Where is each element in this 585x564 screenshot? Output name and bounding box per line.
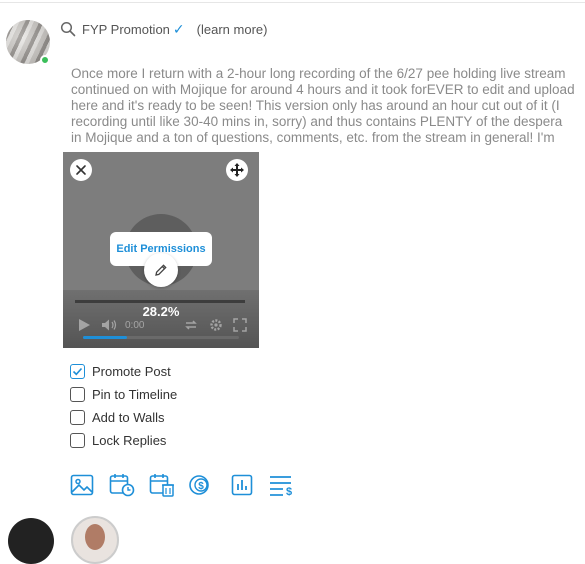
lock-replies-label: Lock Replies (92, 432, 167, 448)
fyp-promotion-row: FYP Promotion ✓ (learn more) (60, 19, 267, 39)
remove-media-button[interactable] (70, 159, 92, 181)
pin-to-timeline-option[interactable]: Pin to Timeline (70, 385, 177, 403)
svg-text:$: $ (198, 481, 204, 492)
set-price-button[interactable]: $ (189, 472, 215, 498)
add-poll-button[interactable] (229, 472, 255, 498)
post-text-line: recording until like 30-40 mins in, sorr… (71, 114, 563, 129)
post-toolbar: $ $ (69, 472, 309, 498)
top-divider (0, 2, 585, 3)
checkmark-icon (72, 367, 83, 375)
add-to-walls-checkbox[interactable] (70, 409, 85, 425)
pin-to-timeline-label: Pin to Timeline (92, 386, 178, 402)
pencil-icon (155, 264, 167, 276)
next-post-avatar[interactable] (8, 518, 54, 564)
promote-post-option[interactable]: Promote Post (70, 362, 171, 380)
online-status-dot (40, 55, 50, 65)
post-text-line: Once more I return with a 2-hour long re… (71, 66, 566, 81)
play-icon[interactable] (77, 318, 91, 332)
expire-post-button[interactable] (149, 472, 175, 498)
drag-media-button[interactable] (226, 159, 248, 181)
pay-to-view-list-button[interactable]: $ (269, 472, 295, 498)
add-to-walls-option[interactable]: Add to Walls (70, 408, 165, 426)
lock-replies-checkbox[interactable] (70, 432, 85, 448)
move-icon (230, 163, 244, 177)
verified-check-icon: ✓ (172, 20, 185, 37)
post-text-line: in Mojique and a ton of questions, comme… (71, 130, 555, 145)
post-text[interactable]: Once more I return with a 2-hour long re… (71, 66, 585, 146)
promote-post-label: Promote Post (92, 363, 171, 379)
svg-text:$: $ (286, 486, 292, 496)
promote-post-checkbox[interactable] (70, 363, 85, 379)
learn-more-link[interactable]: (learn more) (197, 22, 268, 37)
player-seek-bar[interactable] (75, 300, 245, 303)
loop-icon[interactable] (183, 318, 199, 332)
add-to-walls-label: Add to Walls (92, 409, 165, 425)
media-preview: Edit Permissions 0:00 28.2% (63, 152, 259, 348)
post-text-line: continued on with Mojique for around 4 h… (71, 82, 575, 97)
price-icon: $ (189, 475, 209, 495)
schedule-icon (109, 474, 135, 497)
poll-icon (231, 474, 253, 496)
expire-icon (149, 474, 174, 497)
schedule-post-button[interactable] (109, 472, 135, 498)
gear-icon[interactable] (209, 318, 223, 332)
lock-replies-option[interactable]: Lock Replies (70, 431, 166, 449)
post-text-line: here and it's ready to be seen! This ver… (71, 98, 560, 113)
image-icon (70, 474, 94, 496)
fyp-promotion-label: FYP Promotion (82, 21, 170, 37)
pay-list-icon: $ (270, 476, 292, 496)
upload-progress-fill (83, 336, 127, 339)
close-icon (76, 165, 86, 175)
volume-icon[interactable] (101, 318, 119, 332)
search-icon (60, 21, 76, 37)
edit-media-button[interactable] (144, 253, 178, 287)
fullscreen-icon[interactable] (233, 318, 247, 332)
next-post-secondary-avatar[interactable] (71, 516, 119, 564)
player-time: 0:00 (125, 319, 145, 331)
upload-percent: 28.2% (142, 304, 180, 319)
add-media-button[interactable] (69, 472, 95, 498)
pin-to-timeline-checkbox[interactable] (70, 386, 85, 402)
